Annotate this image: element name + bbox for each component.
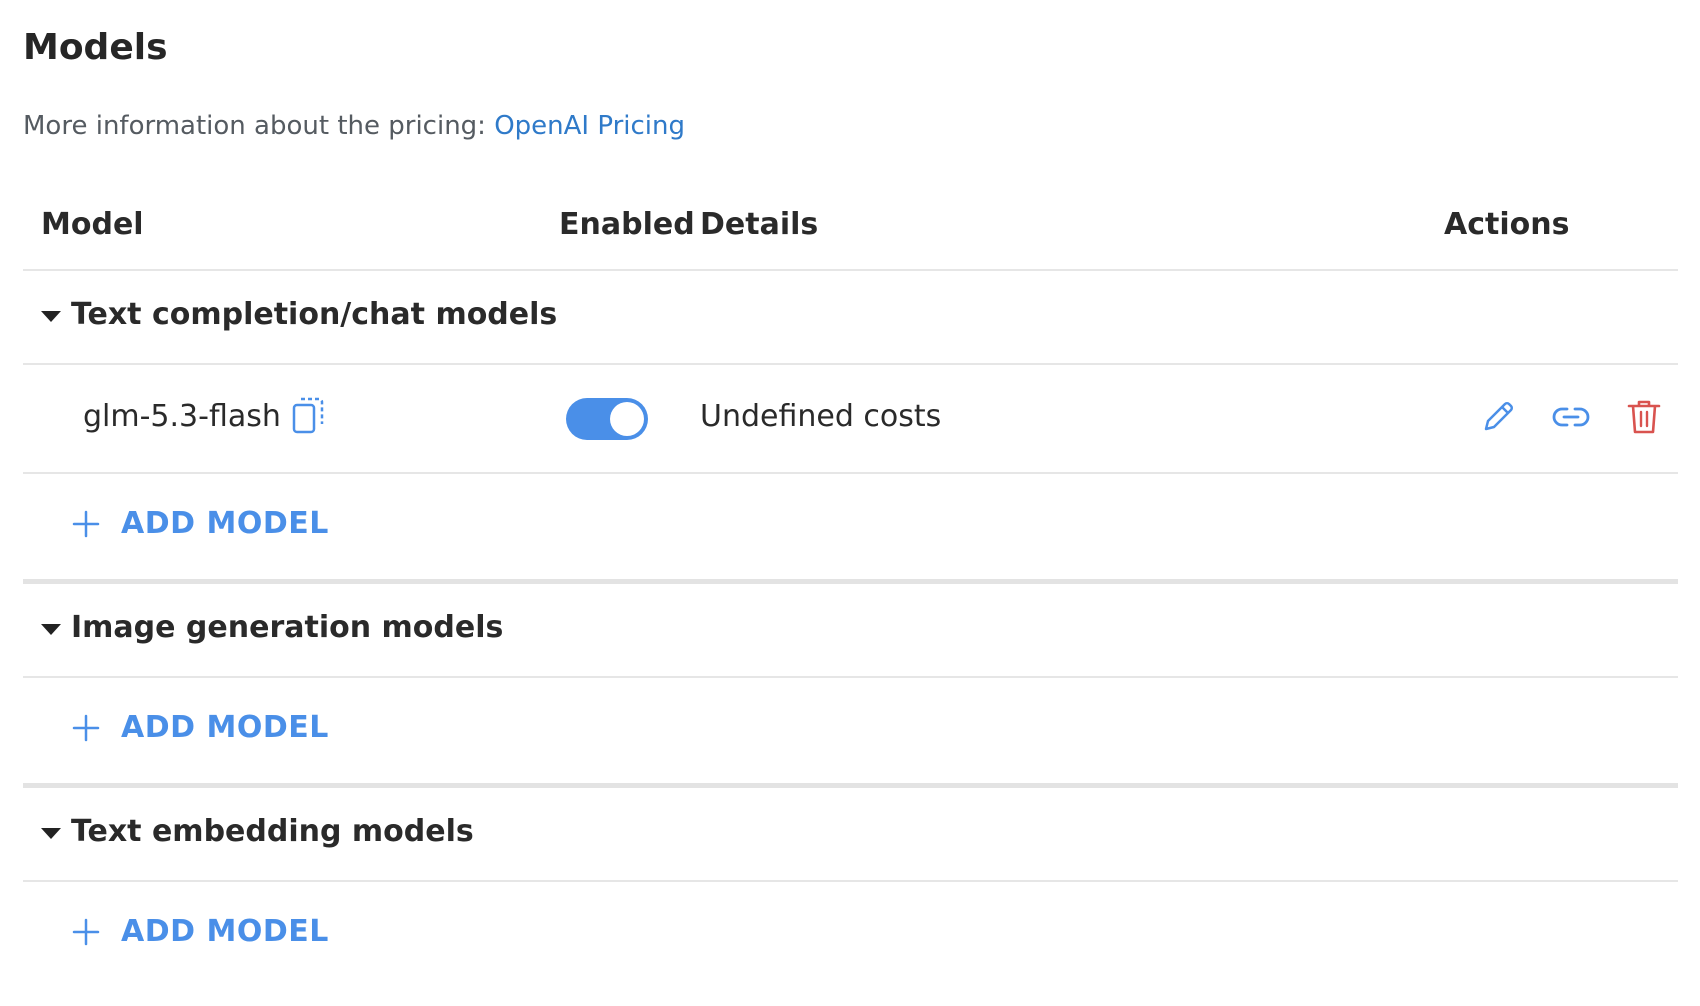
table-header: Model Enabled Details Actions	[23, 190, 1678, 271]
add-model-button-text-completion[interactable]: ADD MODEL	[71, 504, 329, 544]
add-model-label: ADD MODEL	[121, 710, 329, 745]
column-header-model: Model	[41, 207, 144, 242]
openai-pricing-link[interactable]: OpenAI Pricing	[494, 111, 685, 141]
plus-icon	[72, 714, 100, 742]
models-table: Model Enabled Details Actions Text compl…	[23, 190, 1678, 987]
add-model-button-text-embedding[interactable]: ADD MODEL	[71, 912, 329, 952]
group-toggle-text-completion[interactable]: Text completion/chat models	[41, 295, 557, 335]
column-header-enabled: Enabled	[559, 207, 695, 242]
column-header-actions: Actions	[1444, 207, 1570, 242]
add-model-row: ADD MODEL	[23, 474, 1678, 584]
model-enabled-toggle[interactable]	[566, 398, 648, 440]
add-model-row: ADD MODEL	[23, 882, 1678, 987]
plus-icon	[72, 918, 100, 946]
caret-down-icon	[41, 623, 61, 635]
edit-icon[interactable]	[1478, 397, 1518, 437]
group-row-text-completion: Text completion/chat models	[23, 271, 1678, 365]
model-name: glm-5.3-flash	[83, 399, 281, 434]
group-toggle-text-embedding[interactable]: Text embedding models	[41, 812, 474, 852]
group-toggle-image-generation[interactable]: Image generation models	[41, 608, 503, 648]
caret-down-icon	[41, 827, 61, 839]
plus-icon	[72, 510, 100, 538]
add-model-label: ADD MODEL	[121, 506, 329, 541]
group-row-image-generation: Image generation models	[23, 584, 1678, 678]
group-row-text-embedding: Text embedding models	[23, 788, 1678, 882]
link-icon[interactable]	[1551, 397, 1591, 437]
trash-icon[interactable]	[1624, 397, 1664, 437]
pricing-info: More information about the pricing: Open…	[23, 108, 685, 144]
add-model-label: ADD MODEL	[121, 914, 329, 949]
group-label: Text embedding models	[71, 814, 474, 849]
models-page: Models More information about the pricin…	[0, 0, 1700, 1006]
toggle-knob	[610, 402, 644, 436]
add-model-button-image-generation[interactable]: ADD MODEL	[71, 708, 329, 748]
table-row: glm-5.3-flash Undefined costs	[23, 365, 1678, 474]
caret-down-icon	[41, 310, 61, 322]
group-label: Text completion/chat models	[71, 297, 558, 332]
page-title: Models	[23, 27, 168, 68]
copy-icon[interactable]	[291, 396, 325, 436]
pricing-info-text: More information about the pricing:	[23, 111, 495, 141]
group-label: Image generation models	[71, 610, 504, 645]
model-details: Undefined costs	[700, 399, 942, 434]
add-model-row: ADD MODEL	[23, 678, 1678, 788]
column-header-details: Details	[700, 207, 819, 242]
